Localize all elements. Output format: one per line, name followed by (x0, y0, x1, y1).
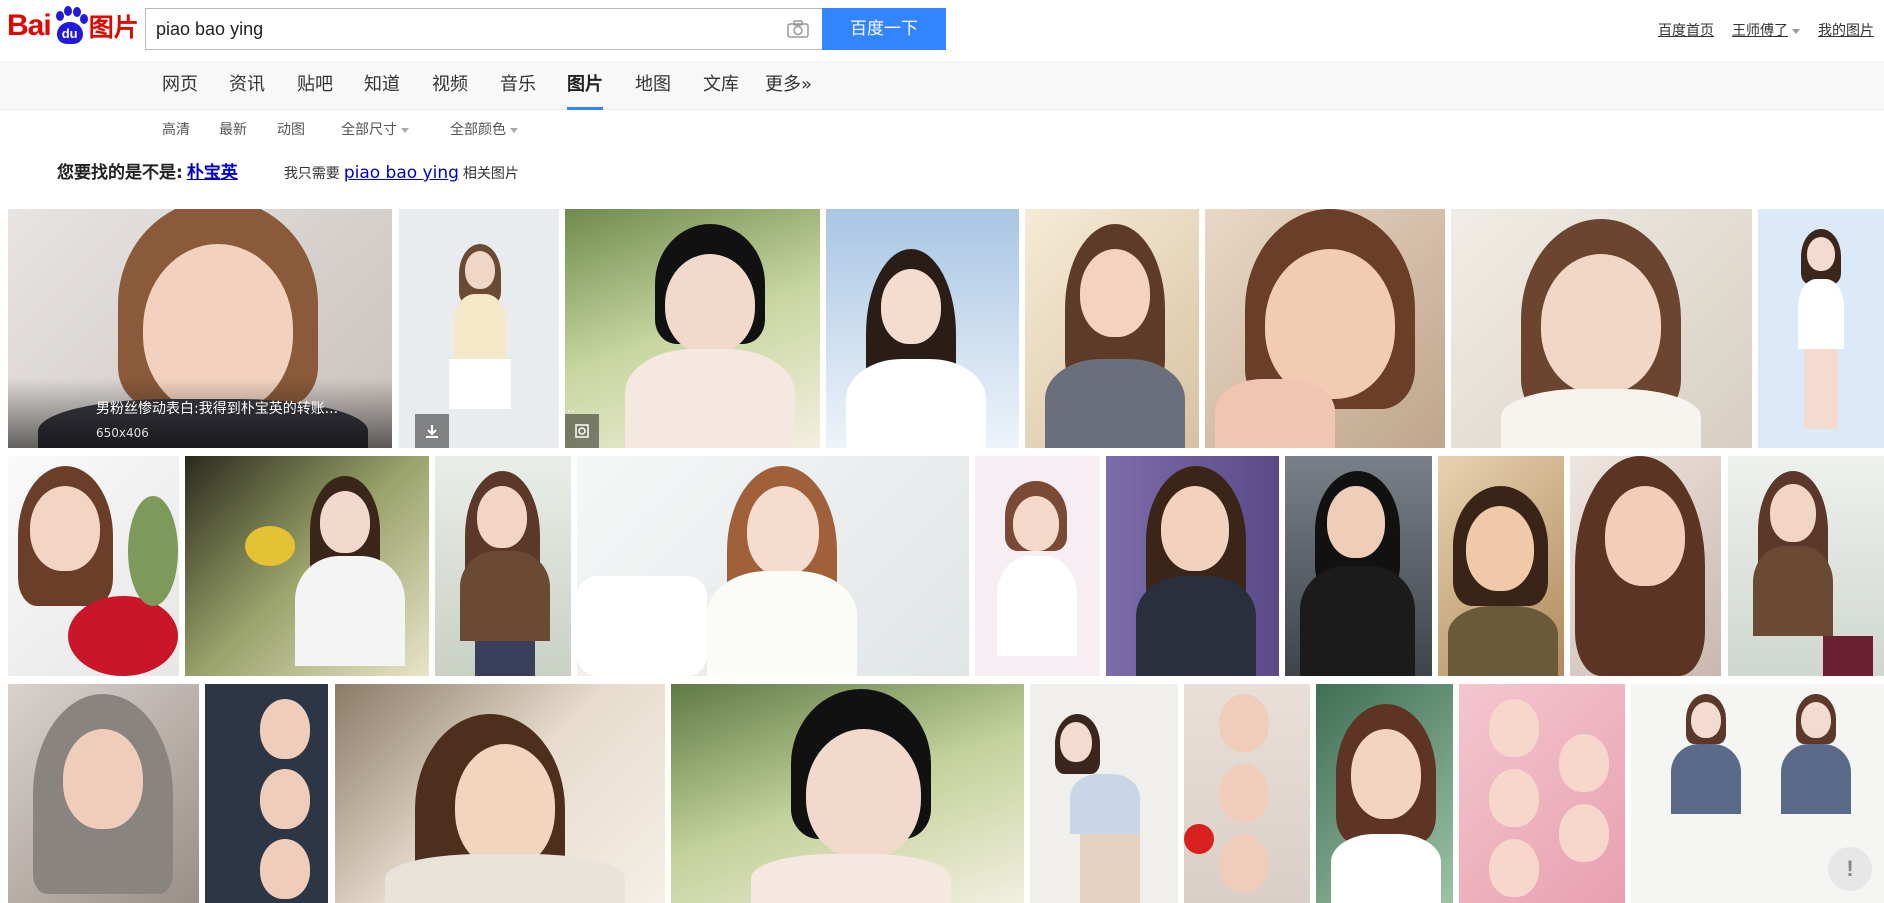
image-result[interactable] (1728, 456, 1884, 676)
similar-search-icon (575, 424, 589, 438)
image-result[interactable] (1030, 684, 1178, 903)
image-result[interactable]: .. (565, 209, 820, 448)
similar-search-button[interactable] (565, 414, 599, 448)
image-result[interactable] (671, 684, 1024, 903)
image-result[interactable] (577, 456, 969, 676)
image-result[interactable] (1758, 209, 1884, 448)
image-result[interactable]: ! (1631, 684, 1884, 903)
feedback-button[interactable]: ! (1828, 847, 1872, 891)
image-result[interactable] (8, 684, 199, 903)
image-result[interactable] (185, 456, 429, 676)
image-result[interactable] (335, 684, 665, 903)
image-result[interactable] (435, 456, 571, 676)
image-size: 650x406 (96, 426, 149, 440)
image-result[interactable] (826, 209, 1019, 448)
image-result[interactable] (1570, 456, 1721, 676)
image-result[interactable] (1285, 456, 1432, 676)
image-result[interactable] (1451, 209, 1752, 448)
image-result[interactable] (8, 456, 179, 676)
download-icon (426, 425, 438, 438)
image-result[interactable] (205, 684, 328, 903)
more-dots: .. (567, 401, 575, 415)
download-button[interactable] (415, 414, 449, 448)
image-result[interactable] (1025, 209, 1199, 448)
image-result[interactable] (1316, 684, 1453, 903)
image-caption: 男粉丝惨动表白:我得到朴宝英的转账... (96, 401, 339, 417)
image-grid: 男粉丝惨动表白:我得到朴宝英的转账... 650x406 .. ! (0, 0, 1884, 903)
image-result[interactable] (1184, 684, 1310, 903)
image-result[interactable] (975, 456, 1100, 676)
image-result[interactable]: 男粉丝惨动表白:我得到朴宝英的转账... 650x406 (8, 209, 392, 448)
image-result[interactable] (1106, 456, 1279, 676)
image-result[interactable] (1205, 209, 1445, 448)
image-result[interactable] (1438, 456, 1564, 676)
image-result[interactable] (1459, 684, 1625, 903)
image-result[interactable] (399, 209, 559, 448)
